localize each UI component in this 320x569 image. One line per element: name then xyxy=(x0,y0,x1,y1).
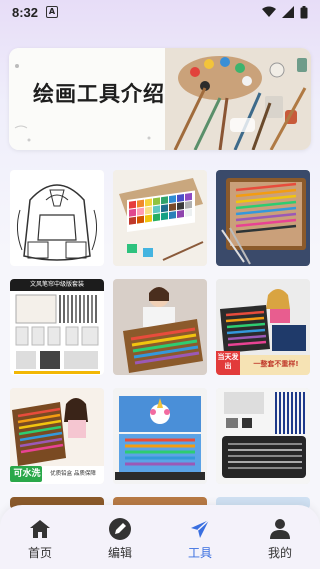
tile-caption-1: 可水洗 xyxy=(13,469,41,479)
wifi-icon xyxy=(262,6,276,17)
tile-caption-2: 优质铅盒 品质保障 xyxy=(50,471,96,477)
bottom-nav: 首页 编辑 工具 我的 xyxy=(0,505,320,569)
tile-kids-art-case[interactable]: 当天发出 一整套不重样! xyxy=(216,279,310,375)
battery-icon xyxy=(300,5,308,18)
signal-icon xyxy=(282,6,294,18)
home-icon xyxy=(30,520,50,538)
banner-title: 绘画工具介绍 xyxy=(33,81,165,106)
person-icon xyxy=(270,519,290,539)
banner-text-area: 绘画工具介绍 xyxy=(9,48,165,150)
tile-pencil-case-set[interactable] xyxy=(216,170,310,266)
tile-unicorn-art-case[interactable] xyxy=(113,388,207,484)
nav-label-profile: 我的 xyxy=(267,546,292,560)
tile-caption-2: 一整套不重样! xyxy=(253,360,299,368)
nav-item-tools[interactable]: 工具 xyxy=(160,505,240,569)
status-time: 8:32 xyxy=(12,4,39,20)
tile-caption-1: 当天发出 xyxy=(217,353,239,370)
nav-item-home[interactable]: 首页 xyxy=(0,505,80,569)
nav-label-edit: 编辑 xyxy=(107,546,132,560)
nav-item-edit[interactable]: 编辑 xyxy=(80,505,160,569)
tile-sketch-pencil-set[interactable] xyxy=(216,388,310,484)
status-bar: 8:32 A xyxy=(0,0,320,24)
tile-caption: 文风笔帘中级版套装 xyxy=(29,281,84,288)
tile-gouache-paint-set[interactable] xyxy=(113,170,207,266)
plane-icon xyxy=(191,519,210,538)
nav-label-tools: 工具 xyxy=(187,546,212,560)
tile-backpack-sketch[interactable] xyxy=(10,170,104,266)
edit-icon xyxy=(109,518,131,540)
status-icons xyxy=(262,5,308,19)
nav-label-home: 首页 xyxy=(27,546,52,560)
tile-pen-set-product[interactable]: 文风笔帘中级版套装 xyxy=(10,279,104,375)
tile-washable-art-set[interactable]: 可水洗 优质铅盒 品质保障 xyxy=(10,388,104,484)
tile-girl-with-art-case[interactable] xyxy=(113,279,207,375)
banner[interactable]: 绘画工具介绍 xyxy=(9,48,311,150)
banner-image-palette xyxy=(165,48,311,150)
nav-item-profile[interactable]: 我的 xyxy=(240,505,320,569)
notification-badge: A xyxy=(46,6,59,18)
